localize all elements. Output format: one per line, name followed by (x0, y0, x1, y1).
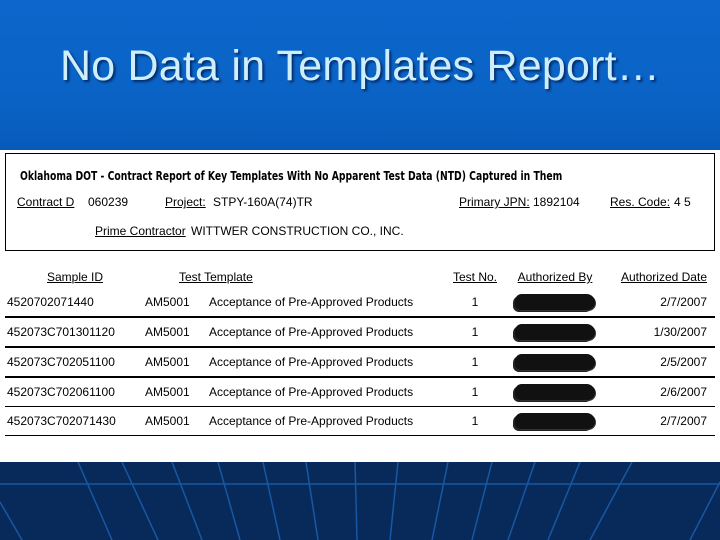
table-row: 452073C701301120 AM5001 Acceptance of Pr… (5, 317, 715, 348)
sample-id: 452073C701301120 (5, 317, 145, 348)
primary-jpn-label: Primary JPN: (459, 195, 530, 209)
col-header-test-template: Test Template (179, 270, 253, 284)
redaction-mark (515, 354, 595, 370)
test-no: 1 (445, 377, 505, 407)
res-code-label: Res. Code: (610, 195, 671, 209)
template-name: Acceptance of Pre-Approved Products (209, 377, 445, 407)
template-name: Acceptance of Pre-Approved Products (209, 406, 445, 436)
test-no: 1 (445, 406, 505, 436)
contract-id-value: 060239 (88, 195, 129, 209)
sample-id: 4520702071440 (5, 288, 145, 318)
authorized-by-redacted (505, 317, 605, 348)
report-header: Oklahoma DOT - Contract Report of Key Te… (5, 153, 715, 251)
prime-contractor-label: Prime Contractor (95, 224, 186, 238)
table-row: 452073C702051100 AM5001 Acceptance of Pr… (5, 347, 715, 378)
template-code: AM5001 (145, 406, 209, 436)
template-code: AM5001 (145, 288, 209, 318)
test-no: 1 (445, 347, 505, 378)
primary-jpn-value: 1892104 (533, 195, 580, 209)
redaction-mark (515, 294, 595, 310)
prime-contractor-value: WITTWER CONSTRUCTION CO., INC. (191, 224, 404, 238)
authorized-date: 2/5/2007 (605, 347, 715, 378)
sample-id: 452073C702071430 (5, 406, 145, 436)
report-title: Oklahoma DOT - Contract Report of Key Te… (20, 168, 563, 183)
grid-lines-decoration (0, 462, 720, 540)
sample-id: 452073C702061100 (5, 377, 145, 407)
table-row: 452073C702061100 AM5001 Acceptance of Pr… (5, 377, 715, 407)
authorized-by-redacted (505, 347, 605, 378)
col-header-sample-id: Sample ID (46, 270, 104, 284)
res-code-value: 4 5 (674, 195, 691, 209)
template-code: AM5001 (145, 347, 209, 378)
template-name: Acceptance of Pre-Approved Products (209, 347, 445, 378)
contract-id-label: Contract D (17, 195, 75, 209)
col-header-authorized-date: Authorized Date (620, 270, 707, 284)
table-header: Sample ID Test Template Test No. Authori… (5, 266, 715, 288)
table-row: 452073C702071430 AM5001 Acceptance of Pr… (5, 406, 715, 436)
col-header-authorized-by: Authorized By (517, 270, 593, 284)
template-code: AM5001 (145, 377, 209, 407)
template-name: Acceptance of Pre-Approved Products (209, 317, 445, 348)
authorized-by-redacted (505, 377, 605, 407)
project-value: STPY-160A(74)TR (213, 195, 313, 209)
test-no: 1 (445, 288, 505, 318)
authorized-by-redacted (505, 288, 605, 318)
slide-title: No Data in Templates Report… (60, 42, 660, 90)
test-no: 1 (445, 317, 505, 348)
decorative-grid-background (0, 462, 720, 540)
redaction-mark (515, 324, 595, 340)
template-code: AM5001 (145, 317, 209, 348)
authorized-date: 2/7/2007 (605, 288, 715, 318)
authorized-date: 1/30/2007 (605, 317, 715, 348)
report-table: Sample ID Test Template Test No. Authori… (5, 266, 715, 436)
authorized-by-redacted (505, 406, 605, 436)
table-row: 4520702071440 AM5001 Acceptance of Pre-A… (5, 288, 715, 318)
redaction-mark (515, 384, 595, 400)
col-header-test-no: Test No. (452, 270, 497, 284)
template-name: Acceptance of Pre-Approved Products (209, 288, 445, 318)
project-label: Project: (165, 195, 206, 209)
authorized-date: 2/6/2007 (605, 377, 715, 407)
authorized-date: 2/7/2007 (605, 406, 715, 436)
redaction-mark (515, 413, 595, 429)
report-image: Oklahoma DOT - Contract Report of Key Te… (0, 150, 720, 462)
sample-id: 452073C702051100 (5, 347, 145, 378)
